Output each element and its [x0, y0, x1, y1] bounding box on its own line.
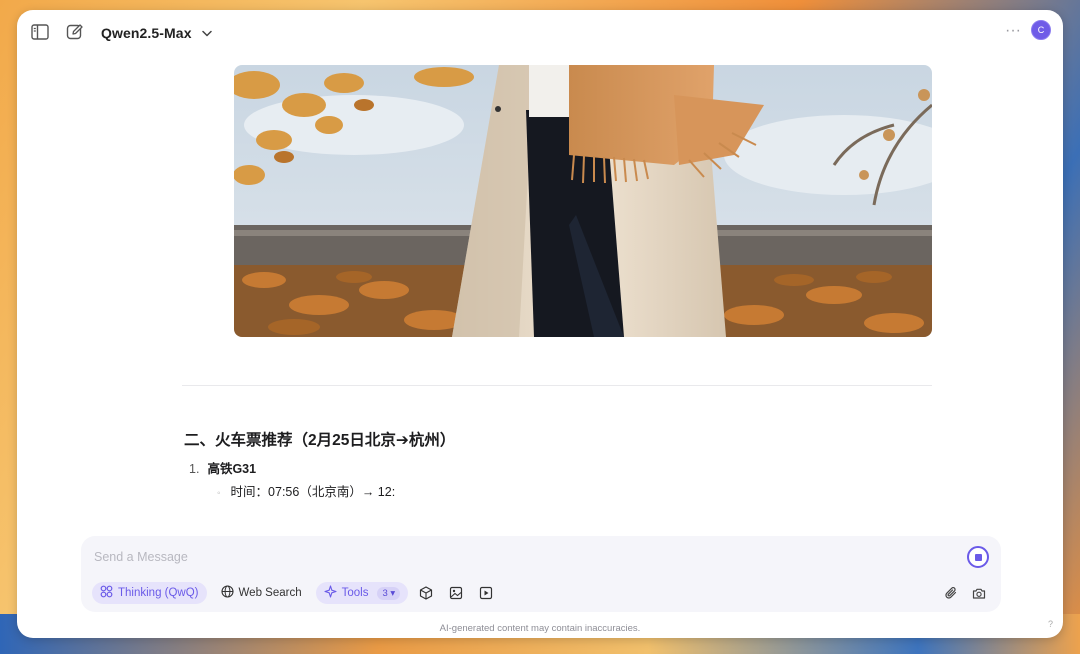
- image-icon[interactable]: [444, 582, 468, 604]
- message-input[interactable]: [92, 549, 896, 565]
- sparkle-icon: [324, 585, 337, 601]
- avatar[interactable]: C: [1031, 20, 1051, 40]
- disclaimer-text: AI-generated content may contain inaccur…: [439, 623, 641, 634]
- list-item-title: 高铁G31: [207, 462, 257, 476]
- section-heading: 二、火车票推荐（2月25日北京➔杭州）: [184, 432, 456, 449]
- message-composer: Thinking (QwQ) Web Search Tools 3 ▾: [81, 536, 1001, 612]
- sub-item-text: 时间：07:56（北京南）→ 12:: [230, 485, 396, 499]
- video-icon[interactable]: [474, 582, 498, 604]
- message-image: [234, 65, 932, 337]
- cube-icon[interactable]: [414, 582, 438, 604]
- tools-label: Tools: [341, 587, 369, 599]
- content-divider: [182, 385, 932, 386]
- stop-generation-button[interactable]: [967, 546, 989, 568]
- tools-count-badge[interactable]: 3 ▾: [377, 586, 401, 600]
- composer-toolbar: Thinking (QwQ) Web Search Tools 3 ▾: [92, 582, 498, 604]
- web-search-button[interactable]: Web Search: [213, 582, 310, 604]
- model-selector[interactable]: Qwen2.5-Max: [101, 22, 212, 44]
- help-button[interactable]: ?: [1048, 619, 1053, 629]
- thinking-label: Thinking (QwQ): [118, 587, 199, 599]
- thinking-icon: [100, 585, 113, 601]
- composer-right-tools: [939, 582, 991, 604]
- sub-bullet: ◦: [217, 488, 221, 499]
- chevron-down-icon: [201, 24, 212, 42]
- more-options-button[interactable]: ···: [1003, 21, 1023, 41]
- list-number: 1.: [189, 462, 200, 476]
- camera-icon[interactable]: [967, 582, 991, 604]
- web-search-label: Web Search: [238, 587, 302, 599]
- list-sub-item: ◦ 时间：07:56（北京南）→ 12:: [217, 481, 395, 500]
- new-chat-icon[interactable]: [65, 22, 85, 42]
- tools-button[interactable]: Tools 3 ▾: [315, 582, 409, 604]
- sidebar-toggle-icon[interactable]: [30, 22, 50, 42]
- globe-icon: [220, 585, 234, 601]
- app-window: Qwen2.5-Max ··· C 二、火车票推荐（2月25日北京➔杭州） 1.…: [17, 10, 1063, 638]
- paperclip-icon[interactable]: [939, 582, 963, 604]
- thinking-toggle-button[interactable]: Thinking (QwQ): [92, 582, 207, 604]
- stop-icon: [974, 553, 982, 561]
- top-bar: Qwen2.5-Max ··· C: [17, 10, 1063, 54]
- list-item: 1. 高铁G31: [189, 458, 256, 477]
- model-name: Qwen2.5-Max: [101, 25, 192, 41]
